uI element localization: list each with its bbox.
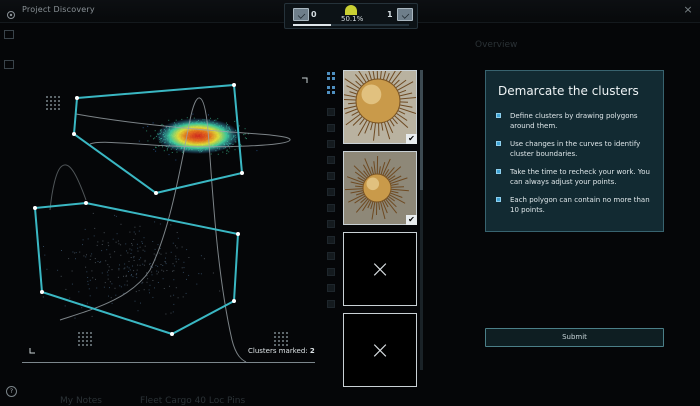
filter-toggle[interactable]: [327, 188, 335, 196]
submit-button[interactable]: Submit: [485, 328, 664, 347]
clusters-marked-count: 2: [309, 347, 315, 355]
bullet-icon: [496, 141, 501, 146]
rank-badge-icon: [293, 8, 309, 21]
corner-bracket: [29, 348, 35, 354]
tool-icon[interactable]: [4, 60, 14, 69]
thumbnail-cell[interactable]: ✔: [343, 70, 417, 144]
scatter-canvas[interactable]: [20, 70, 320, 362]
close-button[interactable]: ×: [682, 4, 694, 16]
filter-toggle[interactable]: [327, 124, 335, 132]
checkmark-icon: ✔: [406, 134, 417, 144]
window-title: Project Discovery: [22, 5, 95, 14]
cell-image: [344, 71, 416, 143]
empty-x-icon: ×: [369, 255, 391, 283]
checkmark-icon: ✔: [406, 215, 417, 225]
panel-title: Demarcate the clusters: [498, 84, 639, 98]
corner-bracket: [302, 77, 308, 83]
help-icon[interactable]: ?: [6, 386, 17, 397]
progress-bar: [293, 24, 409, 26]
empty-x-icon: ×: [369, 336, 391, 364]
filter-toggle[interactable]: [327, 140, 335, 148]
filter-toggle[interactable]: [327, 108, 335, 116]
instruction-text: Each polygon can contain no more than 10…: [510, 196, 650, 214]
filter-column: [324, 70, 338, 360]
instruction-text: Take the time to recheck your work. You …: [510, 168, 650, 186]
filter-toggle[interactable]: [327, 300, 335, 308]
instruction-text: Use changes in the curves to identify cl…: [510, 140, 641, 158]
filter-toggle[interactable]: [327, 284, 335, 292]
filter-grid-icon[interactable]: [327, 86, 335, 94]
accuracy-gauge-icon: [345, 5, 357, 15]
cluster-polygon-bottom[interactable]: [33, 201, 240, 336]
clusters-marked-status: Clusters marked: 2: [248, 347, 315, 355]
density-hotspot: [156, 118, 240, 154]
eve-logo-icon: [6, 5, 16, 19]
thumbnail-cell[interactable]: ✔: [343, 151, 417, 225]
thumbnail-empty[interactable]: ×: [343, 232, 417, 306]
instruction-text: Define clusters by drawing polygons arou…: [510, 112, 638, 130]
bullet-icon: [496, 169, 501, 174]
instructions-panel: Demarcate the clusters Define clusters b…: [485, 70, 664, 232]
bullet-icon: [496, 197, 501, 202]
filter-toggle[interactable]: [327, 252, 335, 260]
background-text: Overview: [475, 40, 518, 50]
rank-badge-icon: [397, 8, 413, 21]
scrollbar-handle[interactable]: [420, 70, 423, 190]
filter-toggle[interactable]: [327, 220, 335, 228]
score-bar: 0 50.1% 1: [284, 3, 418, 29]
clusters-marked-label: Clusters marked:: [248, 347, 308, 355]
filter-toggle[interactable]: [327, 156, 335, 164]
progress-fill: [293, 24, 332, 26]
filter-toggle[interactable]: [327, 236, 335, 244]
thumbnail-list: ✔ ✔ × ×: [340, 66, 420, 405]
filter-toggle[interactable]: [327, 204, 335, 212]
filter-grid-icon[interactable]: [327, 72, 335, 80]
bullet-icon: [496, 113, 501, 118]
tool-icon[interactable]: [4, 30, 14, 39]
filter-toggle[interactable]: [327, 268, 335, 276]
thumbnail-scrollbar[interactable]: [420, 70, 423, 370]
left-score: 0: [311, 10, 317, 19]
filter-toggle[interactable]: [327, 172, 335, 180]
thumbnail-empty[interactable]: ×: [343, 313, 417, 387]
cell-image: [344, 152, 416, 224]
project-discovery-window: Overview My Notes Fleet Cargo 40 Loc Pin…: [0, 0, 700, 406]
accuracy-value: 50.1%: [341, 15, 364, 23]
plot-baseline: [22, 362, 315, 363]
cluster-plot[interactable]: [20, 70, 320, 362]
right-score: 1: [387, 10, 393, 19]
